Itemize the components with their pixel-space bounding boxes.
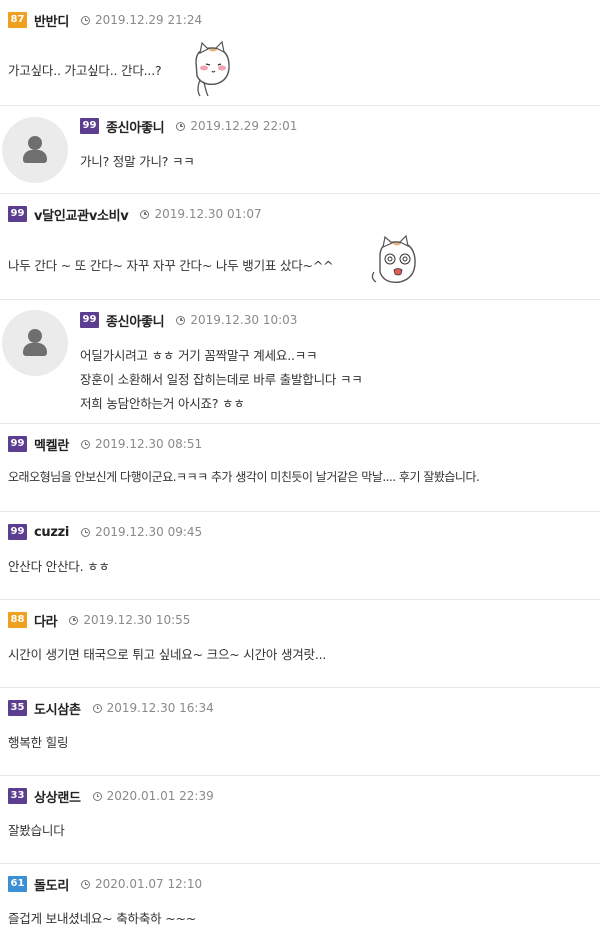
comment-item: 35 도시삼촌 2019.12.30 16:34 행복한 힐링 xyxy=(0,688,600,776)
clock-icon xyxy=(176,121,186,131)
timestamp: 2019.12.29 21:24 xyxy=(94,13,203,27)
comment-text: 안산다 안산다. ㅎㅎ xyxy=(8,559,110,574)
comment-text: 행복한 힐링 xyxy=(8,735,69,750)
timestamp: 2019.12.30 08:51 xyxy=(94,437,203,451)
reply-item: 99 종신아좋니 2019.12.29 22:01 가니? 정말 가니? ㅋㅋ xyxy=(0,106,600,194)
level-badge: 88 xyxy=(8,612,27,628)
comment-text-line: 장훈이 소환해서 일정 잡히는데로 바루 출발합니다 ㅋㅋ xyxy=(80,372,363,387)
clock-icon xyxy=(69,615,79,625)
comment-text-line: 어딜가시려고 ㅎㅎ 거기 꼼짝말구 계세요..ㅋㅋ xyxy=(80,348,318,363)
level-badge: 99 xyxy=(80,118,99,134)
clock-icon xyxy=(81,527,91,537)
default-avatar-icon xyxy=(2,310,68,376)
author-name[interactable]: 다라 xyxy=(34,611,58,630)
author-name[interactable]: 상상랜드 xyxy=(34,787,81,806)
comment-item: 33 상상랜드 2020.01.01 22:39 잘봤습니다 xyxy=(0,776,600,864)
author-name[interactable]: 종신아좋니 xyxy=(106,117,165,136)
dizzy-cat-emoticon xyxy=(371,234,416,283)
timestamp: 2019.12.30 01:07 xyxy=(154,207,262,221)
comment-header: 99 멕켈란 2019.12.30 08:51 xyxy=(8,435,203,454)
timestamp: 2019.12.30 16:34 xyxy=(106,701,214,715)
timestamp: 2020.01.01 22:39 xyxy=(106,789,214,803)
level-badge: 99 xyxy=(8,524,27,540)
author-name[interactable]: cuzzi xyxy=(34,525,69,540)
clock-icon xyxy=(140,209,150,219)
comment-item: 99 멕켈란 2019.12.30 08:51 오래오형님을 안보신게 다행이군… xyxy=(0,424,600,512)
comment-header: 35 도시삼촌 2019.12.30 16:34 xyxy=(8,699,214,718)
comment-text: 시간이 생기면 태국으로 튀고 싶네요~ 크으~ 시간아 생겨랏... xyxy=(8,647,327,662)
timestamp: 2019.12.30 09:45 xyxy=(95,525,203,539)
level-badge: 99 xyxy=(80,312,99,328)
comment-header: 87 반반디 2019.12.29 21:24 xyxy=(8,11,203,30)
comment-item: 88 다라 2019.12.30 10:55 시간이 생기면 태국으로 튀고 싶… xyxy=(0,600,600,688)
timestamp: 2020.01.07 12:10 xyxy=(94,877,203,891)
comment-time: 2019.12.30 01:07 xyxy=(140,207,262,221)
comment-header: 99 v달인교관v소비v 2019.12.30 01:07 xyxy=(8,205,262,224)
author-name[interactable]: 멕켈란 xyxy=(34,435,69,454)
level-badge: 99 xyxy=(8,206,27,222)
comment-time: 2019.12.29 22:01 xyxy=(176,119,297,133)
author-name[interactable]: v달인교관v소비v xyxy=(34,205,129,224)
comment-text: 가고싶다.. 가고싶다.. 간다...? xyxy=(8,63,162,78)
clock-icon xyxy=(176,315,186,325)
clock-icon xyxy=(80,15,90,25)
comment-text: 오래오형님을 안보신게 다행이군요.ㅋㅋㅋ 추가 생각이 미친듯이 날거같은 막… xyxy=(8,470,480,484)
comment-header: 99 cuzzi 2019.12.30 09:45 xyxy=(8,524,202,540)
timestamp: 2019.12.29 22:01 xyxy=(190,119,298,133)
comment-header: 99 종신아좋니 2019.12.29 22:01 xyxy=(80,117,297,136)
reply-item: 99 종신아좋니 2019.12.30 10:03 어딜가시려고 ㅎㅎ 거기 꼼… xyxy=(0,300,600,424)
comment-time: 2020.01.01 22:39 xyxy=(92,789,214,803)
comment-header: 33 상상랜드 2020.01.01 22:39 xyxy=(8,787,214,806)
author-name[interactable]: 반반디 xyxy=(34,11,69,30)
comment-time: 2019.12.30 09:45 xyxy=(81,525,202,539)
comment-list: 87 반반디 2019.12.29 21:24 가고싶다.. 가고싶다.. 간다… xyxy=(0,0,600,945)
timestamp: 2019.12.30 10:55 xyxy=(83,613,191,627)
clock-icon xyxy=(92,791,102,801)
level-badge: 87 xyxy=(8,12,27,28)
comment-time: 2019.12.29 21:24 xyxy=(80,13,203,27)
comment-header: 61 돌도리 2020.01.07 12:10 xyxy=(8,875,203,894)
blushing-cat-emoticon xyxy=(195,40,230,97)
comment-text-line: 저희 농담안하는거 아시죠? ㅎㅎ xyxy=(80,396,245,411)
clock-icon xyxy=(92,703,102,713)
comment-time: 2020.01.07 12:10 xyxy=(80,877,203,891)
comment-text: 잘봤습니다 xyxy=(8,823,65,838)
comment-time: 2019.12.30 10:03 xyxy=(176,313,297,327)
level-badge: 35 xyxy=(8,700,27,716)
clock-icon xyxy=(80,879,90,889)
level-badge: 33 xyxy=(8,788,27,804)
comment-item: 87 반반디 2019.12.29 21:24 가고싶다.. 가고싶다.. 간다… xyxy=(0,0,600,106)
comment-time: 2019.12.30 10:55 xyxy=(69,613,190,627)
timestamp: 2019.12.30 10:03 xyxy=(190,313,298,327)
level-badge: 61 xyxy=(8,876,27,892)
comment-header: 88 다라 2019.12.30 10:55 xyxy=(8,611,190,630)
comment-item: 61 돌도리 2020.01.07 12:10 즐겁게 보내셨네요~ 축하축하 … xyxy=(0,864,600,945)
comment-item: 99 v달인교관v소비v 2019.12.30 01:07 나두 간다 ~ 또 … xyxy=(0,194,600,300)
level-badge: 99 xyxy=(8,436,27,452)
comment-time: 2019.12.30 16:34 xyxy=(92,701,214,715)
comment-item: 99 cuzzi 2019.12.30 09:45 안산다 안산다. ㅎㅎ xyxy=(0,512,600,600)
author-name[interactable]: 종신아좋니 xyxy=(106,311,165,330)
comment-text: 나두 간다 ~ 또 간다~ 자꾸 자꾸 간다~ 나두 뱅기표 샀다~^^ xyxy=(8,258,334,273)
comment-text: 가니? 정말 가니? ㅋㅋ xyxy=(80,154,195,169)
comment-text: 즐겁게 보내셨네요~ 축하축하 ~~~ xyxy=(8,911,197,926)
clock-icon xyxy=(80,439,90,449)
comment-time: 2019.12.30 08:51 xyxy=(80,437,203,451)
comment-header: 99 종신아좋니 2019.12.30 10:03 xyxy=(80,311,297,330)
author-name[interactable]: 도시삼촌 xyxy=(34,699,81,718)
author-name[interactable]: 돌도리 xyxy=(34,875,69,894)
default-avatar-icon xyxy=(2,117,68,183)
